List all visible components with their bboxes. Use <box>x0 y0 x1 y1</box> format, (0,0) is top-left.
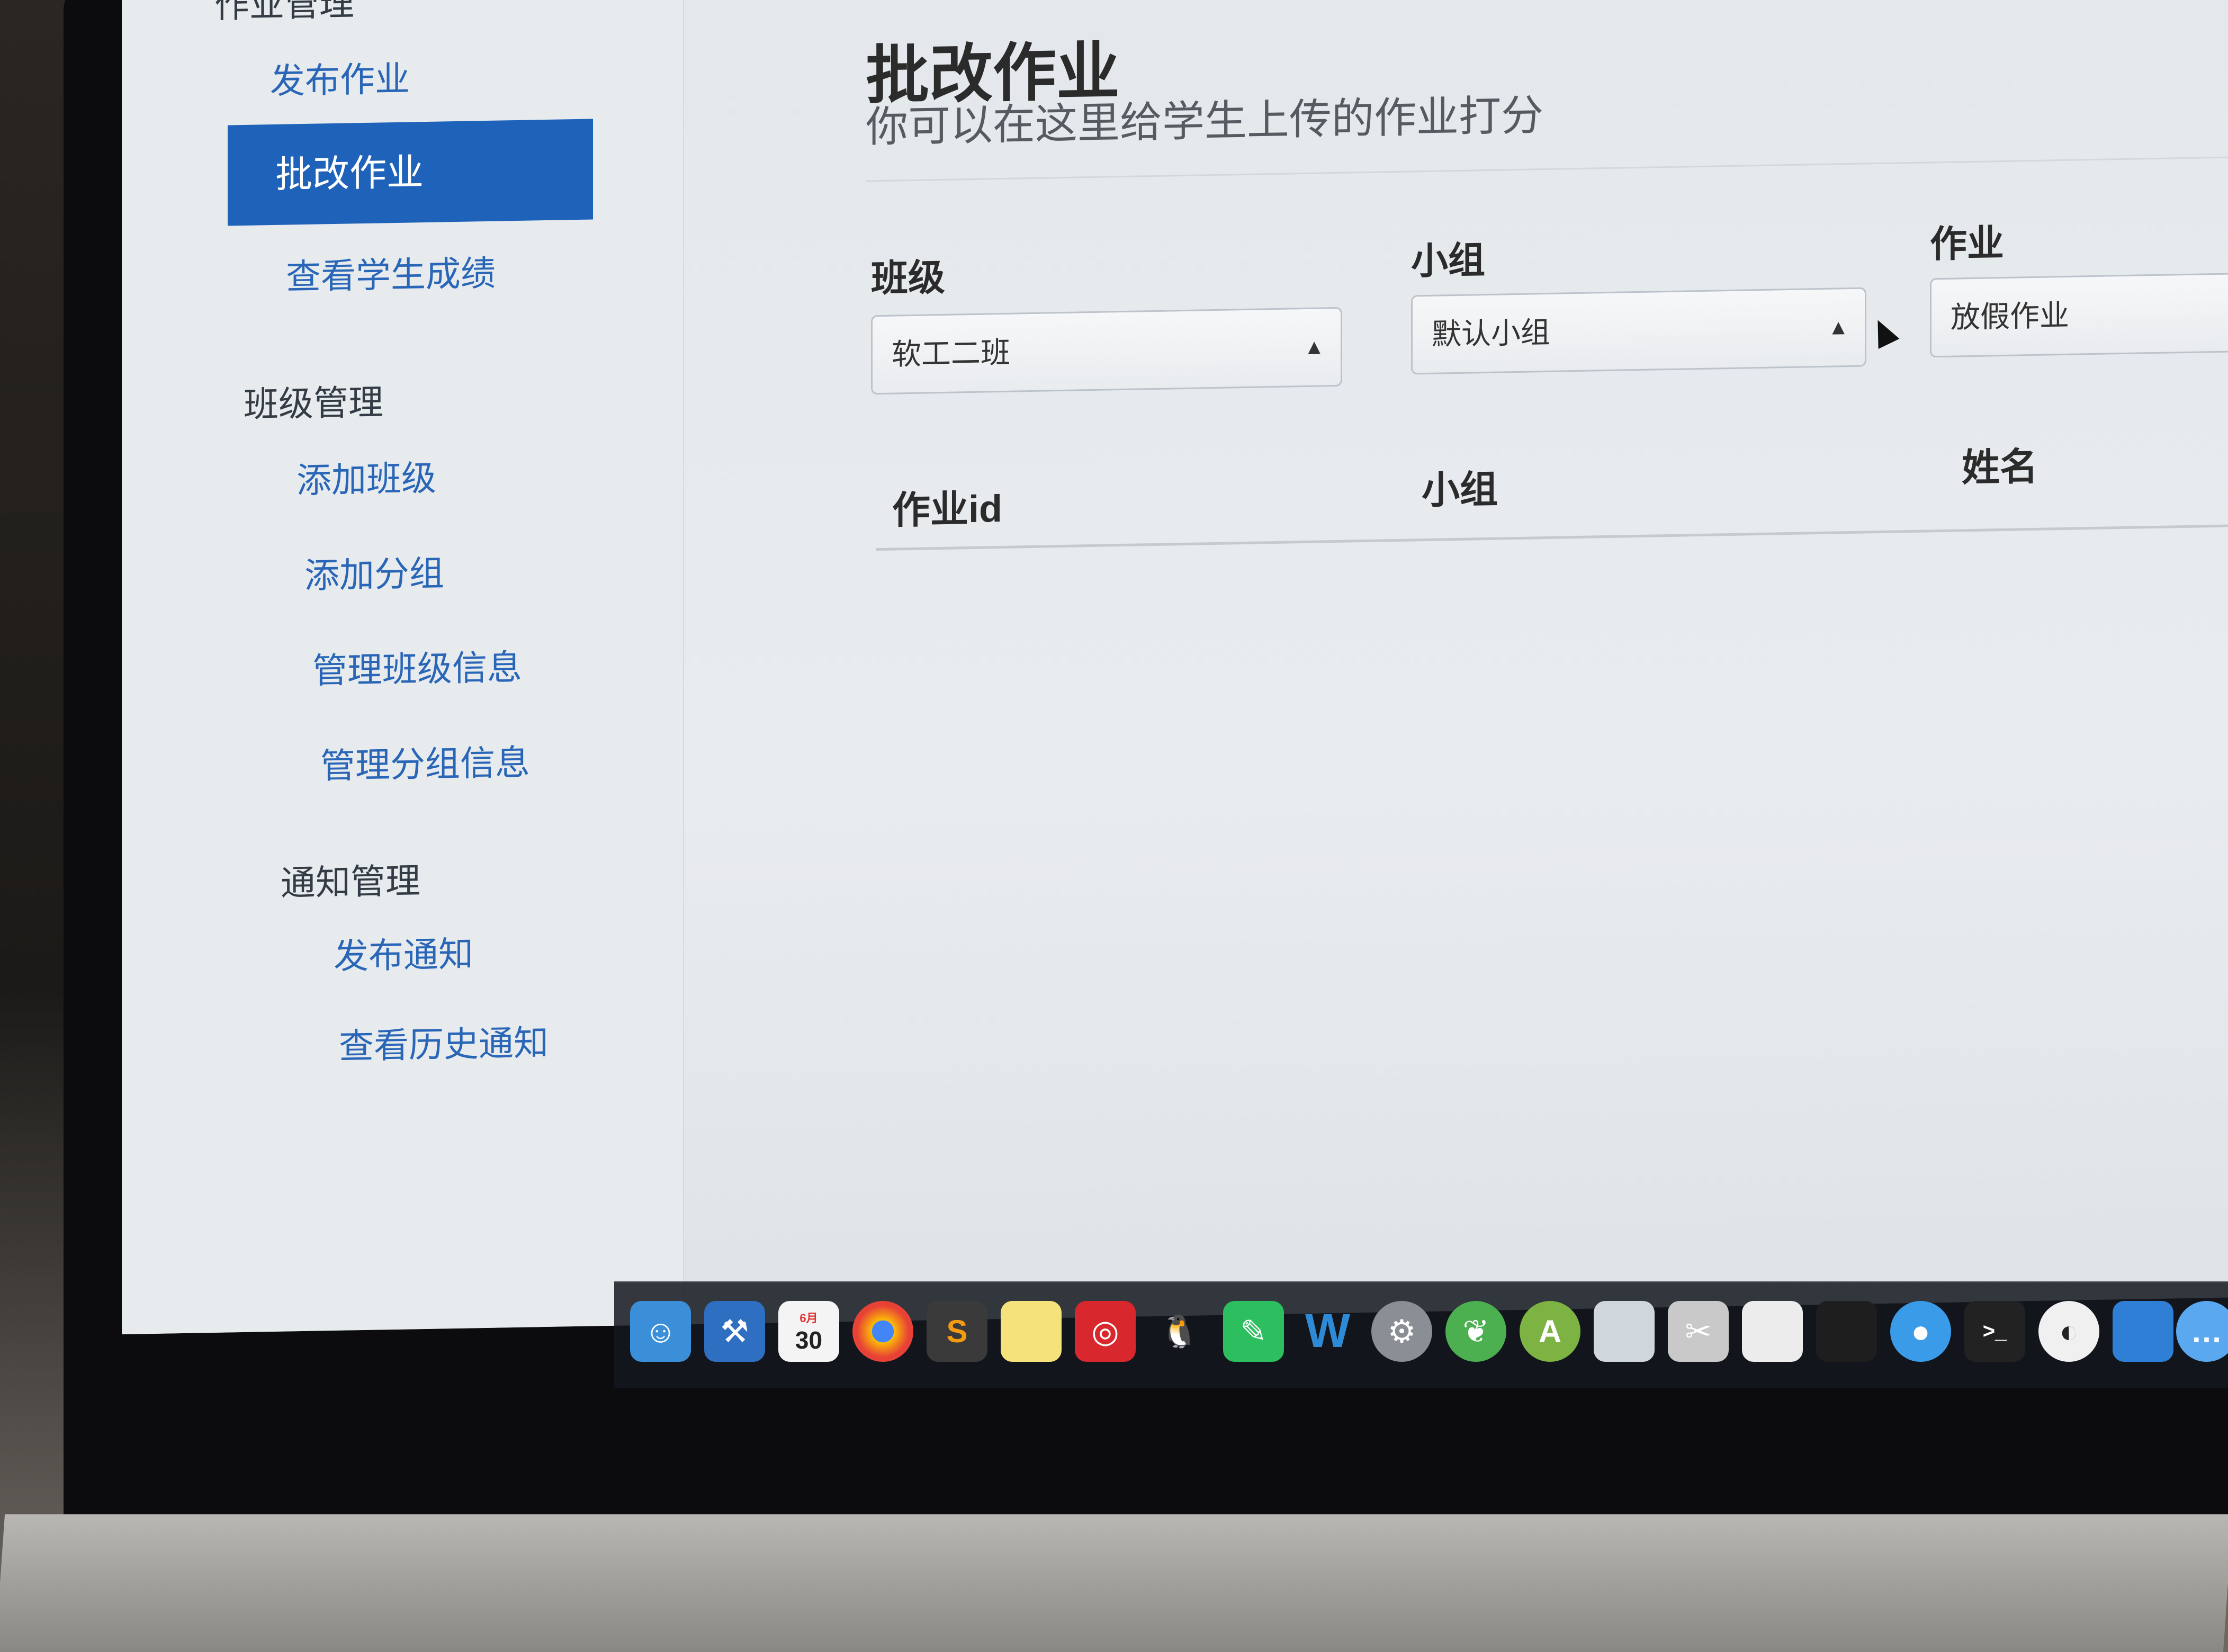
sidebar-section-notice: 通知管理 <box>281 861 420 903</box>
class-filter-label: 班级 <box>871 256 945 300</box>
sidebar: 作业管理 发布作业 批改作业 查看学生成绩 班级管理 添加班级 添加分组 管理班… <box>122 0 684 1335</box>
column-header-group[interactable]: 小组 <box>1422 458 1498 515</box>
homework-select[interactable]: 放假作业 <box>1930 272 2228 358</box>
mouse-cursor-icon <box>1867 315 1900 349</box>
spring-icon[interactable]: ❦ <box>1445 1301 1506 1362</box>
sidebar-item-view-scores[interactable]: 查看学生成绩 <box>286 245 496 300</box>
sidebar-item-notice-history[interactable]: 查看历史通知 <box>339 1014 549 1069</box>
screen: 作业管理 发布作业 批改作业 查看学生成绩 班级管理 添加班级 添加分组 管理班… <box>122 0 2228 1335</box>
select-arrows-icon: ▲ <box>1304 335 1325 360</box>
sidebar-item-add-group[interactable]: 添加分组 <box>304 545 444 598</box>
github-icon[interactable]: ◐ <box>2038 1301 2099 1362</box>
calendar-icon[interactable]: 6月 30 <box>778 1301 839 1362</box>
column-header-name[interactable]: 姓名 <box>1962 435 2038 492</box>
netease-music-icon[interactable]: ◎ <box>1075 1301 1136 1362</box>
header-divider <box>866 155 2228 182</box>
android-studio-icon[interactable]: A <box>1520 1301 1580 1362</box>
laptop-base <box>0 1514 2228 1652</box>
qq-bubble-icon[interactable]: ● <box>1890 1301 1951 1362</box>
finder-icon[interactable]: ☺ <box>630 1301 691 1362</box>
utilities-icon[interactable]: ✂ <box>1668 1301 1729 1362</box>
textedit-icon[interactable] <box>1742 1301 1803 1362</box>
dock: ☺ ⚒ 6月 30 S ◎ 🐧 ✎ W ⚙ ❦ A ✂ ● >_ ◐ … <box>614 1281 2228 1388</box>
column-header-homework-id[interactable]: 作业id <box>892 477 1002 535</box>
select-arrows-icon: ▲ <box>1828 316 1849 339</box>
xcode-icon[interactable]: ⚒ <box>704 1301 765 1362</box>
sidebar-item-add-class[interactable]: 添加班级 <box>297 450 436 504</box>
qq-icon[interactable]: 🐧 <box>1149 1301 1210 1362</box>
webstorm-icon[interactable]: W <box>1297 1301 1358 1362</box>
homework-filter-label: 作业 <box>1930 222 2004 265</box>
sidebar-item-manage-group[interactable]: 管理分组信息 <box>320 734 530 789</box>
sidebar-item-label: 批改作业 <box>275 151 424 195</box>
sublime-icon[interactable]: S <box>927 1301 987 1362</box>
notes-icon[interactable] <box>1001 1301 1062 1362</box>
keynote-icon[interactable] <box>2113 1301 2173 1362</box>
group-filter-label: 小组 <box>1411 239 1485 282</box>
evernote-icon[interactable]: ✎ <box>1223 1301 1284 1362</box>
blank-icon[interactable] <box>1816 1301 1877 1362</box>
chrome-icon[interactable] <box>852 1301 913 1362</box>
group-select-value: 默认小组 <box>1432 315 1550 351</box>
homework-select-value: 放假作业 <box>1951 298 2069 334</box>
system-preferences-icon[interactable]: ⚙ <box>1371 1301 1432 1362</box>
messages-icon[interactable]: … <box>2176 1301 2228 1362</box>
sidebar-section-class: 班级管理 <box>244 382 383 424</box>
sidebar-section-homework: 作业管理 <box>214 0 354 25</box>
photo-background: 作业管理 发布作业 批改作业 查看学生成绩 班级管理 添加班级 添加分组 管理班… <box>0 0 2228 1652</box>
main-content: 批改作业 你可以在这里给学生上传的作业打分 班级 软工二班 ▲ 小组 默认小组 … <box>683 0 2228 1324</box>
sidebar-item-publish-notice[interactable]: 发布通知 <box>334 926 473 979</box>
preview-icon[interactable] <box>1594 1301 1655 1362</box>
page-subtitle: 你可以在这里给学生上传的作业打分 <box>866 92 1543 151</box>
sidebar-item-publish-homework[interactable]: 发布作业 <box>270 51 410 104</box>
group-select[interactable]: 默认小组 ▲ <box>1411 287 1866 375</box>
calendar-month: 6月 <box>799 1311 818 1325</box>
sidebar-item-grade-homework[interactable]: 批改作业 <box>228 119 593 226</box>
class-select[interactable]: 软工二班 ▲ <box>871 307 1342 395</box>
sidebar-item-manage-class[interactable]: 管理班级信息 <box>312 639 522 694</box>
table-header-rule <box>876 523 2228 551</box>
calendar-day: 30 <box>795 1326 823 1354</box>
class-select-value: 软工二班 <box>892 335 1010 371</box>
terminal-icon[interactable]: >_ <box>1964 1301 2025 1362</box>
